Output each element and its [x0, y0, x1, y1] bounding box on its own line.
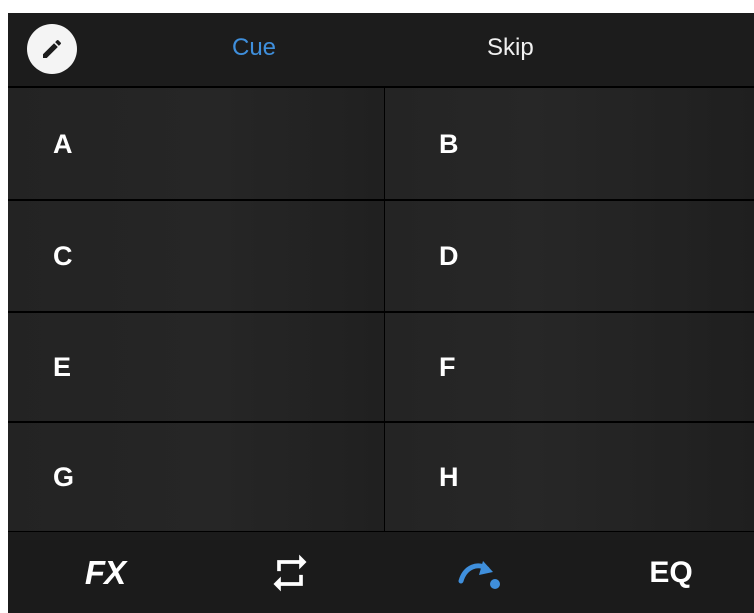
fx-button[interactable]: FX: [70, 532, 140, 613]
pencil-icon: [43, 39, 62, 58]
tab-skip[interactable]: Skip: [487, 33, 534, 63]
pad-h[interactable]: H: [385, 423, 754, 531]
app-panel: Cue Skip A B C D E F G H FX EQ: [8, 13, 754, 613]
skip-forward-icon: [458, 560, 500, 589]
eq-label: EQ: [649, 555, 693, 589]
pad-label: A: [53, 128, 73, 159]
pad-g[interactable]: G: [8, 423, 384, 531]
pad-e[interactable]: E: [8, 313, 384, 421]
eq-button[interactable]: EQ: [636, 532, 706, 613]
pad-label: B: [439, 128, 459, 159]
pad-label: D: [439, 241, 459, 271]
pad-f[interactable]: F: [385, 313, 754, 421]
bottom-toolbar: FX EQ: [8, 532, 754, 613]
pad-a[interactable]: A: [8, 88, 384, 199]
pad-label: C: [53, 241, 73, 271]
skip-forward-button[interactable]: [444, 532, 514, 613]
loop-icon: [273, 554, 307, 591]
header-bar: Cue Skip: [8, 13, 754, 86]
pad-label: F: [439, 352, 456, 382]
pad-d[interactable]: D: [385, 201, 754, 311]
pad-label: G: [53, 462, 75, 492]
pad-c[interactable]: C: [8, 201, 384, 311]
fx-label: FX: [84, 553, 126, 591]
tab-cue[interactable]: Cue: [232, 33, 276, 63]
edit-button[interactable]: [27, 24, 77, 74]
pad-grid: A B C D E F G H: [8, 86, 754, 532]
pad-label: H: [439, 462, 459, 492]
pad-label: E: [53, 352, 72, 382]
loop-button[interactable]: [260, 532, 320, 613]
pad-b[interactable]: B: [385, 88, 754, 199]
